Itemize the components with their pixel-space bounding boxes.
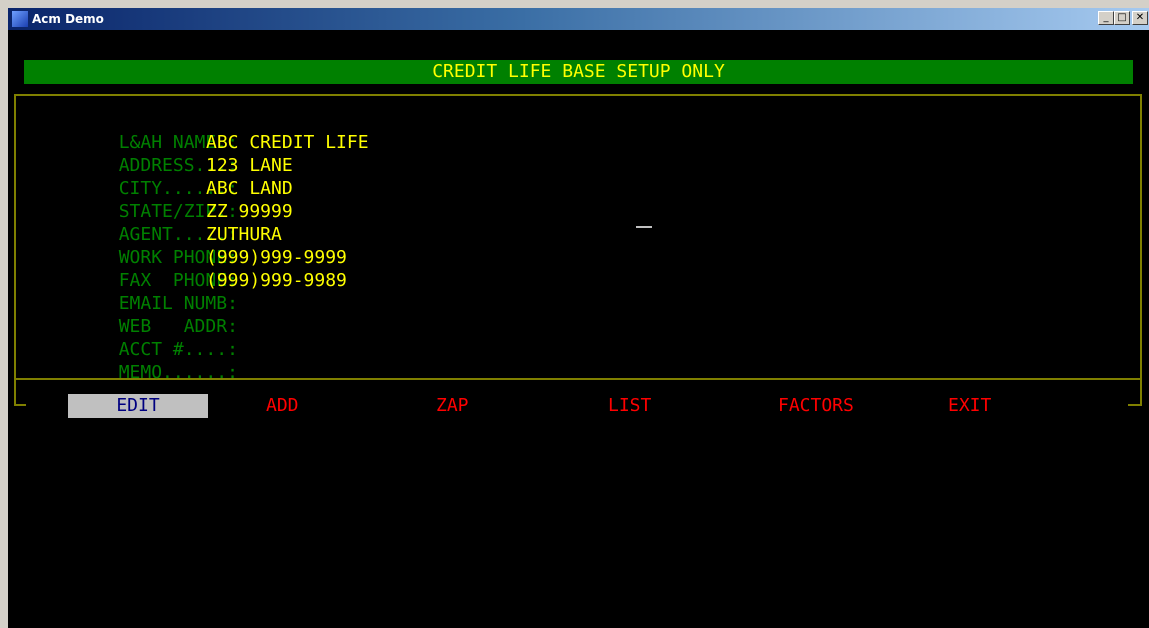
menu-frame-right-tick — [1128, 404, 1142, 406]
title-bar[interactable]: Acm Demo _ □ ✕ — [8, 8, 1149, 30]
menu-zap[interactable]: ZAP — [436, 394, 469, 418]
menu-frame-left — [14, 380, 16, 404]
app-window: Acm Demo _ □ ✕ CREDIT LIFE BASE SETUP ON… — [0, 0, 1149, 628]
menu-add[interactable]: ADD — [266, 394, 299, 418]
menu-exit[interactable]: EXIT — [948, 394, 991, 418]
maximize-button[interactable]: □ — [1114, 11, 1130, 25]
console-screen[interactable]: CREDIT LIFE BASE SETUP ONLY L&AH NAME.: A… — [8, 30, 1149, 628]
header-bar: CREDIT LIFE BASE SETUP ONLY — [24, 60, 1133, 84]
menu-edit[interactable]: EDIT — [68, 394, 208, 418]
menu-list[interactable]: LIST — [608, 394, 651, 418]
window-title: Acm Demo — [32, 12, 104, 26]
menu-frame-left-tick — [14, 404, 26, 406]
menu-frame-right — [1140, 380, 1142, 404]
text-cursor — [636, 226, 652, 228]
close-button[interactable]: ✕ — [1132, 11, 1148, 25]
app-icon — [12, 11, 28, 27]
field-label: MEMO......: — [118, 362, 238, 383]
menu-factors[interactable]: FACTORS — [778, 394, 854, 418]
page-title: CREDIT LIFE BASE SETUP ONLY — [432, 61, 725, 82]
minimize-button[interactable]: _ — [1098, 11, 1114, 25]
form-panel: L&AH NAME.: ABC CREDIT LIFE ADDRESS...: 12… — [14, 94, 1142, 383]
